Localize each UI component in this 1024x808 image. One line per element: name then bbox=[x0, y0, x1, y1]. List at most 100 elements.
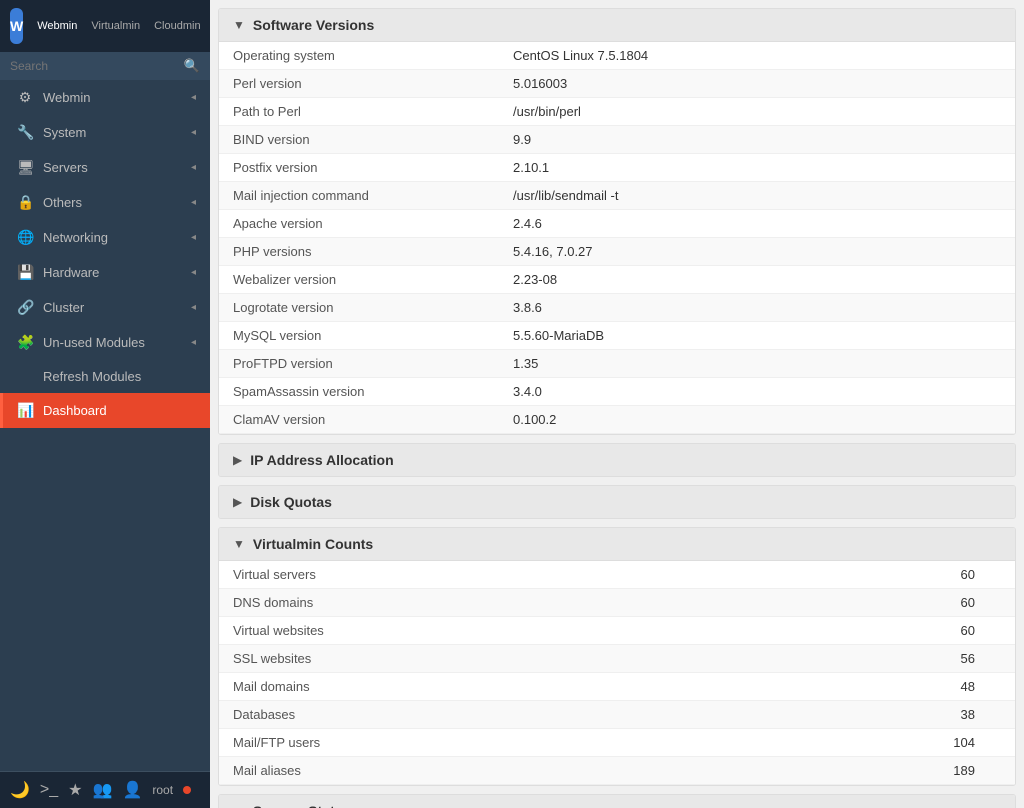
search-input[interactable] bbox=[10, 59, 178, 73]
unused-modules-icon: 🧩 bbox=[17, 334, 33, 351]
virtualmin-counts-table: Virtual servers60DNS domains60Virtual we… bbox=[219, 561, 1015, 785]
tab-virtualmin[interactable]: Virtualmin bbox=[87, 18, 144, 34]
table-row: SpamAssassin version3.4.0 bbox=[219, 378, 1015, 406]
main-content: ▼ Software Versions Operating systemCent… bbox=[210, 0, 1024, 808]
row-value: 0.100.2 bbox=[499, 406, 1015, 434]
sidebar-item-unused-modules[interactable]: 🧩 Un-used Modules ◂ bbox=[0, 325, 210, 360]
virtualmin-counts-title: Virtualmin Counts bbox=[253, 536, 373, 552]
row-value: 189 bbox=[705, 757, 1015, 785]
servers-status-section: ▼ Servers Status Apache Webserver ✔ ✖ ↻ … bbox=[218, 794, 1016, 808]
disk-quotas-section: ▶ Disk Quotas bbox=[218, 485, 1016, 519]
software-versions-header[interactable]: ▼ Software Versions bbox=[219, 9, 1015, 42]
table-row: Operating systemCentOS Linux 7.5.1804 bbox=[219, 42, 1015, 70]
sidebar-item-label: Dashboard bbox=[43, 403, 196, 418]
software-versions-title: Software Versions bbox=[253, 17, 374, 33]
moon-icon[interactable]: 🌙 bbox=[10, 780, 30, 800]
row-label: Postfix version bbox=[219, 154, 499, 182]
row-label: Virtual websites bbox=[219, 617, 705, 645]
sidebar-item-hardware[interactable]: 💾 Hardware ◂ bbox=[0, 255, 210, 290]
sidebar-item-label: Others bbox=[43, 195, 181, 210]
sidebar-item-dashboard[interactable]: 📊 Dashboard bbox=[0, 393, 210, 428]
table-row: Path to Perl/usr/bin/perl bbox=[219, 98, 1015, 126]
table-row: Webalizer version2.23-08 bbox=[219, 266, 1015, 294]
terminal-icon[interactable]: >_ bbox=[40, 781, 58, 799]
search-icon: 🔍 bbox=[184, 58, 200, 74]
row-label: Perl version bbox=[219, 70, 499, 98]
webmin-icon: ⚙ bbox=[17, 89, 33, 106]
user-label: root bbox=[152, 783, 173, 797]
ip-address-header[interactable]: ▶ IP Address Allocation bbox=[219, 444, 1015, 476]
system-icon: 🔧 bbox=[17, 124, 33, 141]
sidebar-item-refresh-modules[interactable]: Refresh Modules bbox=[0, 360, 210, 393]
star-icon[interactable]: ★ bbox=[68, 780, 82, 800]
sidebar-item-label: Refresh Modules bbox=[43, 369, 196, 384]
row-value: 1.35 bbox=[499, 350, 1015, 378]
chevron-right-icon: ◂ bbox=[191, 127, 196, 138]
chevron-down-icon: ▼ bbox=[233, 18, 245, 32]
sidebar-item-cluster[interactable]: 🔗 Cluster ◂ bbox=[0, 290, 210, 325]
row-label: SpamAssassin version bbox=[219, 378, 499, 406]
chevron-right-icon: ◂ bbox=[191, 197, 196, 208]
table-row: Postfix version2.10.1 bbox=[219, 154, 1015, 182]
row-label: Mail/FTP users bbox=[219, 729, 705, 757]
table-row: Virtual servers60 bbox=[219, 561, 1015, 589]
row-label: Databases bbox=[219, 701, 705, 729]
row-value: 3.4.0 bbox=[499, 378, 1015, 406]
servers-status-title: Servers Status bbox=[253, 803, 351, 808]
row-label: BIND version bbox=[219, 126, 499, 154]
tab-cloudmin[interactable]: Cloudmin bbox=[150, 18, 204, 34]
chevron-down-icon: ▼ bbox=[233, 537, 245, 551]
virtualmin-counts-header[interactable]: ▼ Virtualmin Counts bbox=[219, 528, 1015, 561]
chevron-right-icon: ▶ bbox=[233, 453, 242, 467]
ip-address-title: IP Address Allocation bbox=[250, 452, 393, 468]
chevron-right-icon: ◂ bbox=[191, 92, 196, 103]
sidebar-item-system[interactable]: 🔧 System ◂ bbox=[0, 115, 210, 150]
sidebar-tabs: Webmin Virtualmin Cloudmin bbox=[33, 18, 204, 34]
webmin-logo: W bbox=[10, 8, 23, 44]
sidebar-item-others[interactable]: 🔒 Others ◂ bbox=[0, 185, 210, 220]
user-icon[interactable]: 👤 bbox=[122, 780, 142, 800]
chevron-right-icon: ◂ bbox=[191, 302, 196, 313]
row-value: 9.9 bbox=[499, 126, 1015, 154]
row-value: 104 bbox=[705, 729, 1015, 757]
row-label: SSL websites bbox=[219, 645, 705, 673]
table-row: Mail domains48 bbox=[219, 673, 1015, 701]
disk-quotas-header[interactable]: ▶ Disk Quotas bbox=[219, 486, 1015, 518]
table-row: ProFTPD version1.35 bbox=[219, 350, 1015, 378]
table-row: Perl version5.016003 bbox=[219, 70, 1015, 98]
sidebar-item-label: Servers bbox=[43, 160, 181, 175]
tab-webmin[interactable]: Webmin bbox=[33, 18, 81, 34]
software-versions-table: Operating systemCentOS Linux 7.5.1804Per… bbox=[219, 42, 1015, 434]
networking-icon: 🌐 bbox=[17, 229, 33, 246]
cluster-icon: 🔗 bbox=[17, 299, 33, 316]
row-label: PHP versions bbox=[219, 238, 499, 266]
hardware-icon: 💾 bbox=[17, 264, 33, 281]
row-label: Logrotate version bbox=[219, 294, 499, 322]
sidebar-item-webmin[interactable]: ⚙ Webmin ◂ bbox=[0, 80, 210, 115]
sidebar-item-networking[interactable]: 🌐 Networking ◂ bbox=[0, 220, 210, 255]
sidebar-item-label: Un-used Modules bbox=[43, 335, 181, 350]
servers-status-header[interactable]: ▼ Servers Status bbox=[219, 795, 1015, 808]
users-icon[interactable]: 👥 bbox=[93, 780, 113, 800]
sidebar-item-label: System bbox=[43, 125, 181, 140]
row-label: Webalizer version bbox=[219, 266, 499, 294]
table-row: DNS domains60 bbox=[219, 589, 1015, 617]
row-value: /usr/lib/sendmail -t bbox=[499, 182, 1015, 210]
row-label: DNS domains bbox=[219, 589, 705, 617]
chevron-right-icon: ◂ bbox=[191, 232, 196, 243]
row-value: 48 bbox=[705, 673, 1015, 701]
row-value: 5.5.60-MariaDB bbox=[499, 322, 1015, 350]
row-value: 2.4.6 bbox=[499, 210, 1015, 238]
disk-quotas-title: Disk Quotas bbox=[250, 494, 332, 510]
table-row: Mail/FTP users104 bbox=[219, 729, 1015, 757]
sidebar-item-servers[interactable]: 🖥 Servers ◂ bbox=[0, 150, 210, 185]
search-box[interactable]: 🔍 bbox=[0, 52, 210, 80]
dashboard-icon: 📊 bbox=[17, 402, 33, 419]
servers-icon: 🖥 bbox=[17, 159, 33, 176]
table-row: Databases38 bbox=[219, 701, 1015, 729]
row-value: 56 bbox=[705, 645, 1015, 673]
row-value: 60 bbox=[705, 589, 1015, 617]
row-value: 3.8.6 bbox=[499, 294, 1015, 322]
row-value: 2.10.1 bbox=[499, 154, 1015, 182]
row-label: Path to Perl bbox=[219, 98, 499, 126]
